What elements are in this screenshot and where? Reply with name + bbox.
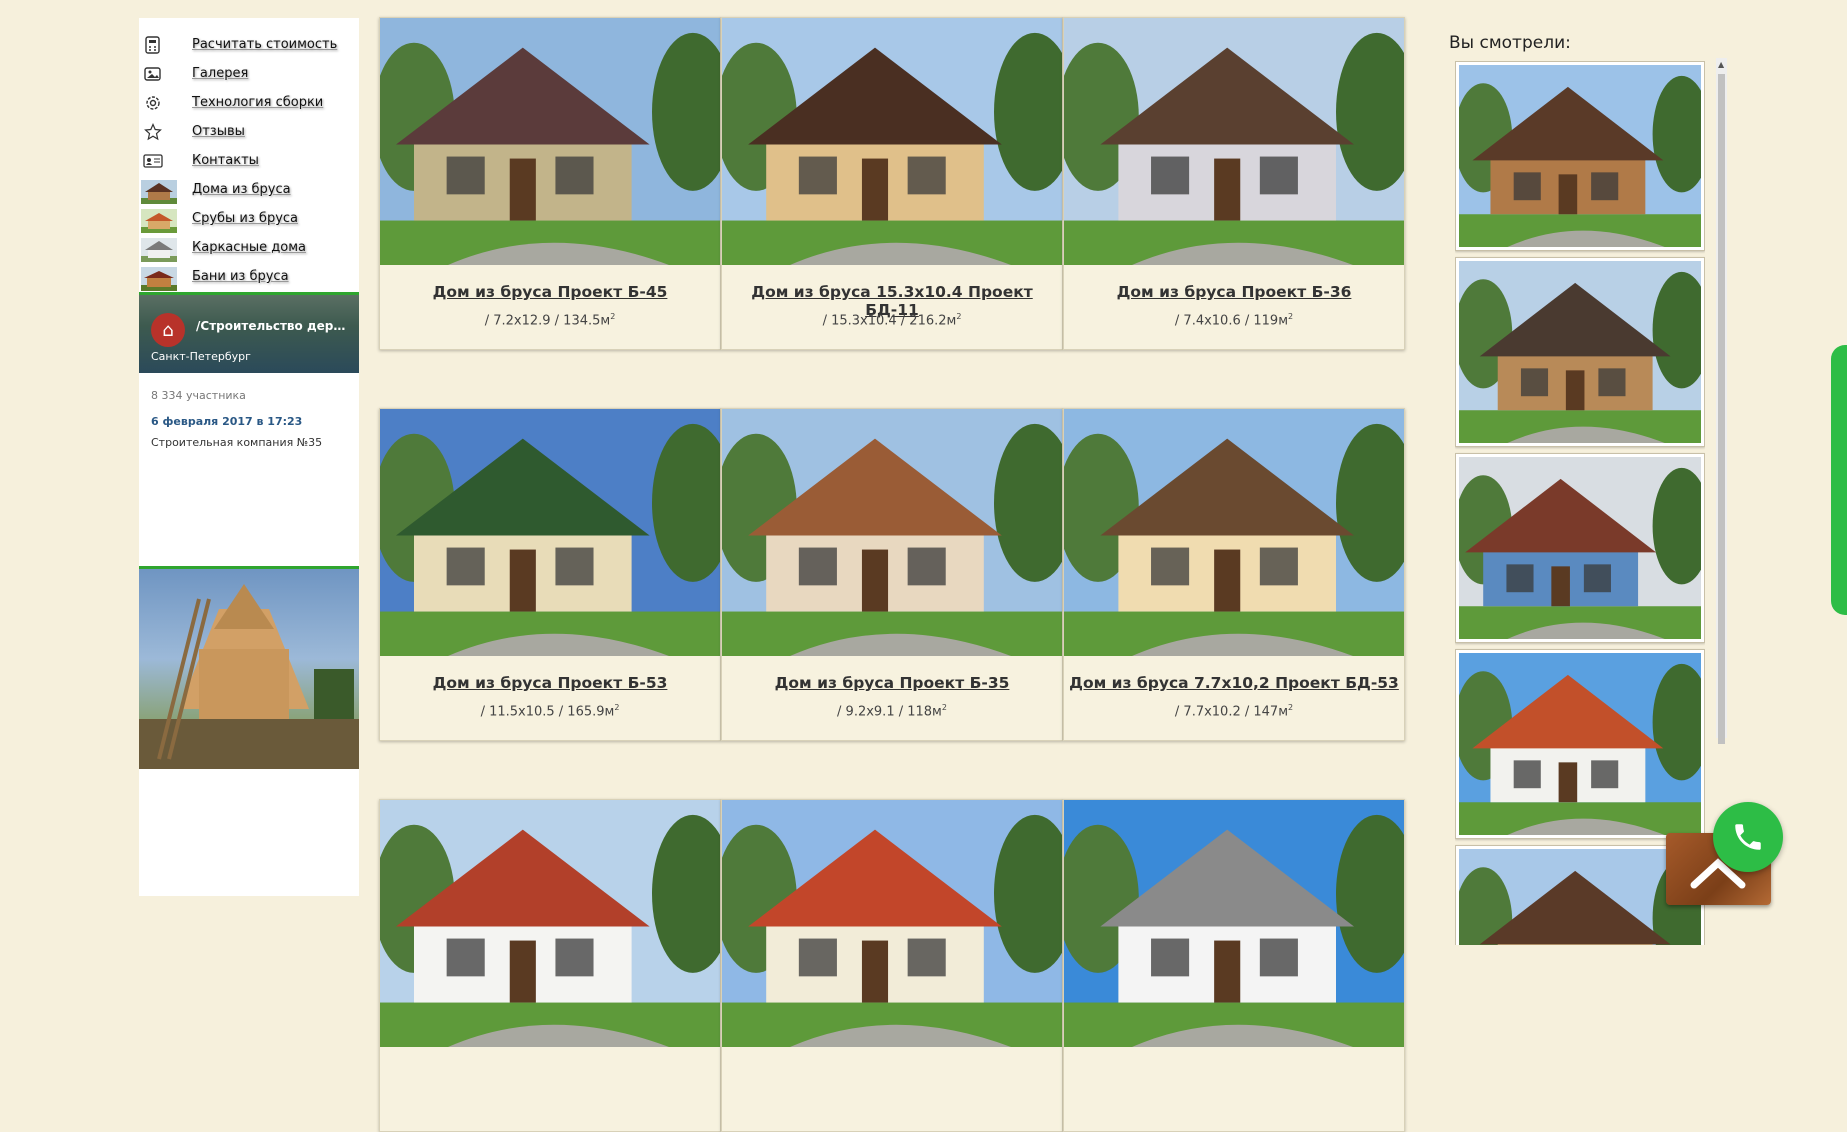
project-dimensions: / 7.4x10.6 / 119м2: [1064, 312, 1404, 328]
phone-icon: [1735, 824, 1761, 850]
area-unit-superscript: 2: [614, 703, 620, 712]
dimensions-text: / 7.4x10.6 / 119м: [1174, 313, 1288, 329]
project-photo[interactable]: [1064, 18, 1404, 265]
menu-label[interactable]: Бани из бруса: [192, 269, 289, 284]
menu-item-technology[interactable]: Технология сборки: [139, 92, 359, 121]
menu-label[interactable]: Контакты: [192, 153, 259, 168]
menu-item-log-frames[interactable]: Срубы из бруса: [139, 208, 359, 237]
project-photo[interactable]: [722, 409, 1062, 656]
house-thumb-icon: [141, 209, 177, 233]
viewed-item-thumbnail[interactable]: [1455, 649, 1705, 839]
house-thumb-icon: [141, 180, 177, 204]
project-dimensions: / 15.3x10.4 / 216.2м2: [722, 312, 1062, 328]
project-card[interactable]: Дом из бруса 15.3x10.4 Проект БД-11/ 15.…: [721, 17, 1063, 350]
viewed-item-thumbnail[interactable]: [1455, 257, 1705, 447]
viewed-title: Вы смотрели:: [1449, 33, 1571, 53]
project-card[interactable]: Дом из бруса 7.7x10,2 Проект БД-53 / 7.7x…: [1063, 408, 1405, 741]
vk-group-widget[interactable]: ⌂ /Строительство деревянных домов Санкт-…: [139, 292, 359, 455]
project-photo[interactable]: [380, 409, 720, 656]
project-title-link[interactable]: Дом из бруса Проект Б-53: [380, 674, 720, 692]
menu-label[interactable]: Расчитать стоимость: [192, 37, 337, 52]
construction-photo: [139, 566, 359, 769]
viewed-item-thumbnail[interactable]: [1455, 61, 1705, 251]
area-unit-superscript: 2: [610, 312, 616, 321]
project-title-link[interactable]: Дом из бруса 7.7x10,2 Проект БД-53: [1064, 674, 1404, 692]
viewed-item-thumbnail[interactable]: [1455, 453, 1705, 643]
menu-item-calculate[interactable]: Расчитать стоимость: [139, 34, 359, 63]
vk-group-city: Санкт-Петербург: [151, 350, 251, 363]
area-unit-superscript: 2: [941, 703, 947, 712]
star-icon: [141, 121, 165, 143]
vk-cover: ⌂ /Строительство деревянных домов Санкт-…: [139, 295, 359, 373]
viewed-scrollbar[interactable]: ▲: [1716, 58, 1727, 744]
project-dimensions: / 7.7x10.2 / 147м2: [1064, 703, 1404, 719]
dimensions-text: / 15.3x10.4 / 216.2м: [822, 313, 957, 329]
scrollbar-thumb[interactable]: [1718, 74, 1725, 744]
project-card[interactable]: Дом из бруса Проект Б-53 / 11.5x10.5 / 16…: [379, 408, 721, 741]
dimensions-text: / 7.7x10.2 / 147м: [1174, 704, 1288, 720]
project-photo[interactable]: [380, 18, 720, 265]
call-button[interactable]: [1713, 802, 1783, 872]
menu-item-timber-houses[interactable]: Дома из бруса: [139, 179, 359, 208]
project-card[interactable]: Дом из бруса Проект Б-36 / 7.4x10.6 / 119…: [1063, 17, 1405, 350]
project-photo[interactable]: [1064, 409, 1404, 656]
menu-item-reviews[interactable]: Отзывы: [139, 121, 359, 150]
project-title-link[interactable]: Дом из бруса Проект Б-45: [380, 283, 720, 301]
project-photo[interactable]: [1064, 800, 1404, 1047]
menu-label[interactable]: Дома из бруса: [192, 182, 291, 197]
dimensions-text: / 9.2x9.1 / 118м: [837, 704, 942, 720]
project-dimensions: / 9.2x9.1 / 118м2: [722, 703, 1062, 719]
menu-item-saunas[interactable]: Бани из бруса: [139, 266, 359, 295]
gallery-icon: [141, 63, 165, 85]
calculator-icon: [141, 34, 165, 56]
house-thumb-icon: [141, 238, 177, 262]
vk-members-count: 8 334 участника: [151, 389, 246, 402]
viewed-list: [1455, 61, 1705, 945]
vk-post-date[interactable]: 6 февраля 2017 в 17:23: [151, 415, 302, 428]
project-dimensions: / 7.2x12.9 / 134.5м2: [380, 312, 720, 328]
area-unit-superscript: 2: [1288, 312, 1294, 321]
menu-item-gallery[interactable]: Галерея: [139, 63, 359, 92]
area-unit-superscript: 2: [956, 312, 962, 321]
project-card[interactable]: Дом из бруса Проект Б-35 / 9.2x9.1 / 118м…: [721, 408, 1063, 741]
menu-item-frame-houses[interactable]: Каркасные дома: [139, 237, 359, 266]
menu-label[interactable]: Отзывы: [192, 124, 245, 139]
vk-group-title[interactable]: /Строительство деревянных домов: [196, 319, 351, 333]
vk-group-logo: ⌂: [151, 313, 185, 347]
menu-label[interactable]: Галерея: [192, 66, 248, 81]
scroll-up-arrow-icon[interactable]: ▲: [1718, 60, 1724, 69]
project-card[interactable]: [379, 799, 721, 1132]
menu-label[interactable]: Срубы из бруса: [192, 211, 298, 226]
side-contact-tab[interactable]: [1831, 345, 1847, 615]
contact-card-icon: [141, 150, 165, 172]
project-title-link[interactable]: Дом из бруса Проект Б-36: [1064, 283, 1404, 301]
menu-label[interactable]: Технология сборки: [192, 95, 323, 110]
project-card[interactable]: Дом из бруса Проект Б-45 / 7.2x12.9 / 134…: [379, 17, 721, 350]
project-photo[interactable]: [722, 800, 1062, 1047]
dimensions-text: / 7.2x12.9 / 134.5м: [484, 313, 611, 329]
menu-label[interactable]: Каркасные дома: [192, 240, 306, 255]
vk-post-author: Строительная компания №35: [151, 436, 323, 449]
project-dimensions: / 11.5x10.5 / 165.9м2: [380, 703, 720, 719]
project-title-link[interactable]: Дом из бруса Проект Б-35: [722, 674, 1062, 692]
project-photo[interactable]: [380, 800, 720, 1047]
menu-item-contacts[interactable]: Контакты: [139, 150, 359, 179]
house-thumb-icon: [141, 267, 177, 291]
project-card[interactable]: [1063, 799, 1405, 1132]
dimensions-text: / 11.5x10.5 / 165.9м: [480, 704, 615, 720]
left-sidebar: Расчитать стоимость Галерея Технология с…: [139, 18, 359, 896]
side-menu: Расчитать стоимость Галерея Технология с…: [139, 34, 359, 295]
area-unit-superscript: 2: [1288, 703, 1294, 712]
project-card[interactable]: [721, 799, 1063, 1132]
gear-icon: [141, 92, 165, 114]
project-photo[interactable]: [722, 18, 1062, 265]
